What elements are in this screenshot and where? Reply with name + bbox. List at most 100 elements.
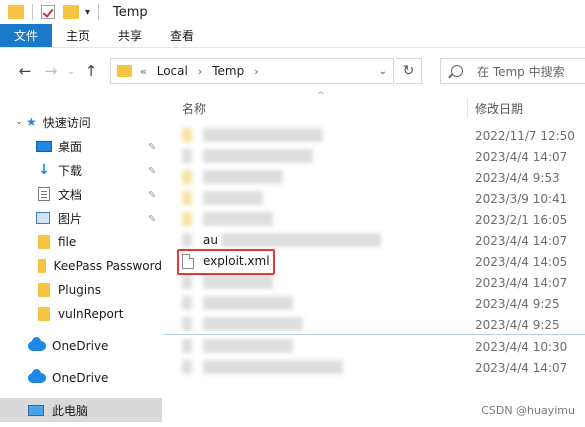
cloud-icon <box>28 369 46 383</box>
file-date: 2022/11/7 12:50 <box>475 129 575 143</box>
table-row[interactable]: 2023/3/9 10:41 <box>163 188 585 209</box>
sidebar-item-documents[interactable]: 文档 ✎ <box>0 182 162 206</box>
pin-icon[interactable]: ✎ <box>148 166 156 177</box>
redacted-icon <box>182 233 192 247</box>
pin-icon[interactable]: ✎ <box>148 190 156 201</box>
redacted-icon <box>182 128 192 142</box>
redacted-name <box>203 275 273 289</box>
file-date: 2023/4/4 9:25 <box>475 318 560 332</box>
ribbon-tabs: 文件 主页 共享 查看 <box>0 24 585 48</box>
tab-view[interactable]: 查看 <box>156 24 208 47</box>
tab-home[interactable]: 主页 <box>52 24 104 47</box>
chevron-right-icon[interactable]: › <box>254 65 258 78</box>
sidebar-item-onedrive-2[interactable]: OneDrive <box>0 366 162 390</box>
column-divider[interactable] <box>467 98 468 118</box>
table-row[interactable]: 2023/4/4 9:25 <box>163 293 585 314</box>
title-separator-2 <box>98 4 100 20</box>
window-title: Temp <box>113 4 148 20</box>
navigation-pane: ⌄ ★ 快速访问 桌面 ✎ ↓ 下载 ✎ 文档 ✎ 图片 ✎ file KeeP… <box>0 94 162 427</box>
sidebar-item-plugins[interactable]: Plugins <box>0 278 162 302</box>
column-header-date[interactable]: 修改日期 <box>475 100 523 117</box>
refresh-button[interactable]: ↻ <box>396 58 422 84</box>
sidebar-item-label: 下载 <box>58 163 83 178</box>
table-row[interactable]: 2023/4/4 14:07 <box>163 146 585 167</box>
file-date: 2023/4/4 14:07 <box>475 150 568 164</box>
sidebar-item-file[interactable]: file <box>0 230 162 254</box>
file-list: ^ 名称 修改日期 2022/11/7 12:50 2023/4/4 14:07… <box>163 91 585 427</box>
address-bar[interactable]: « Local › Temp › ⌄ <box>110 58 394 84</box>
document-icon <box>38 187 50 201</box>
column-header-row: ^ 名称 修改日期 <box>163 91 585 118</box>
sidebar-item-keepass[interactable]: KeePass Password <box>0 254 162 278</box>
file-date: 2023/4/4 14:07 <box>475 234 568 248</box>
sidebar-item-desktop[interactable]: 桌面 ✎ <box>0 134 162 158</box>
tab-file[interactable]: 文件 <box>0 24 53 47</box>
sidebar-item-label: OneDrive <box>52 339 109 353</box>
search-placeholder: 在 Temp 中搜索 <box>477 64 565 79</box>
redacted-name <box>203 170 283 184</box>
sidebar-item-this-pc[interactable]: 此电脑 <box>0 398 162 422</box>
back-arrow-icon[interactable]: ← <box>12 62 38 80</box>
properties-icon[interactable] <box>41 5 55 19</box>
table-row[interactable]: 2022/11/7 12:50 <box>163 125 585 146</box>
table-row[interactable]: 2023/2/1 16:05 <box>163 209 585 230</box>
search-icon <box>451 65 463 77</box>
file-name: au <box>203 233 218 247</box>
up-arrow-icon[interactable]: ↑ <box>78 62 104 80</box>
sidebar-item-downloads[interactable]: ↓ 下载 ✎ <box>0 158 162 182</box>
highlight-box <box>177 249 275 275</box>
title-bar: ▾ Temp <box>0 0 585 24</box>
redacted-icon <box>182 149 192 163</box>
sidebar-item-label: vulnReport <box>58 307 124 321</box>
pin-icon[interactable]: ✎ <box>148 142 156 153</box>
sidebar-item-pictures[interactable]: 图片 ✎ <box>0 206 162 230</box>
table-row[interactable]: au 2023/4/4 14:07 <box>163 230 585 251</box>
table-row[interactable]: 2023/4/4 9:53 <box>163 167 585 188</box>
redacted-icon <box>182 191 192 205</box>
folder-icon <box>38 235 50 249</box>
folder-icon <box>38 259 46 273</box>
redacted-icon <box>182 275 192 289</box>
folder-icon <box>8 5 24 19</box>
new-folder-icon[interactable] <box>63 5 79 19</box>
file-date: 2023/3/9 10:41 <box>475 192 568 206</box>
table-row[interactable]: 2023/4/4 10:30 <box>163 336 585 357</box>
chevron-down-icon[interactable]: ⌄ <box>379 66 387 77</box>
column-header-name[interactable]: 名称 <box>182 100 206 117</box>
forward-arrow-icon[interactable]: → <box>38 62 64 80</box>
sidebar-item-label: OneDrive <box>52 371 109 385</box>
table-row[interactable]: 2023/4/4 14:07 <box>163 357 585 378</box>
redacted-name <box>203 317 303 331</box>
folder-icon <box>117 65 132 77</box>
breadcrumb-temp[interactable]: Temp <box>212 64 244 78</box>
redacted-name <box>221 233 381 247</box>
redacted-icon <box>182 170 192 184</box>
redacted-icon <box>182 339 192 353</box>
watermark: CSDN @huayimu <box>481 404 575 417</box>
sidebar-item-vulnreport[interactable]: vulnReport <box>0 302 162 326</box>
redacted-name <box>203 296 293 310</box>
file-date: 2023/4/4 10:30 <box>475 340 568 354</box>
pin-icon[interactable]: ✎ <box>148 214 156 225</box>
chevron-right-icon[interactable]: › <box>198 65 202 78</box>
desktop-icon <box>36 140 52 152</box>
breadcrumb-overflow[interactable]: « <box>140 65 147 78</box>
redacted-name <box>203 339 293 353</box>
cloud-icon <box>28 337 46 351</box>
redacted-icon <box>182 360 192 374</box>
chevron-down-icon[interactable]: ⌄ <box>12 117 26 127</box>
sidebar-item-label: Plugins <box>58 283 101 297</box>
breadcrumb-local[interactable]: Local <box>157 64 188 78</box>
customize-toolbar-icon[interactable]: ▾ <box>85 7 90 18</box>
redacted-name <box>203 149 313 163</box>
sidebar-item-label: KeePass Password <box>53 259 162 273</box>
recent-locations-chevron-icon[interactable]: ⌄ <box>64 66 78 77</box>
picture-icon <box>36 212 50 224</box>
tab-share[interactable]: 共享 <box>104 24 156 47</box>
table-row[interactable]: 2023/4/4 9:25 <box>163 314 585 335</box>
sidebar-item-onedrive[interactable]: OneDrive <box>0 334 162 358</box>
sort-ascending-icon: ^ <box>317 91 325 101</box>
sidebar-item-quick-access[interactable]: ⌄ ★ 快速访问 <box>0 110 162 134</box>
table-row[interactable]: 2023/4/4 14:07 <box>163 272 585 293</box>
search-input[interactable]: 在 Temp 中搜索 <box>440 58 585 84</box>
